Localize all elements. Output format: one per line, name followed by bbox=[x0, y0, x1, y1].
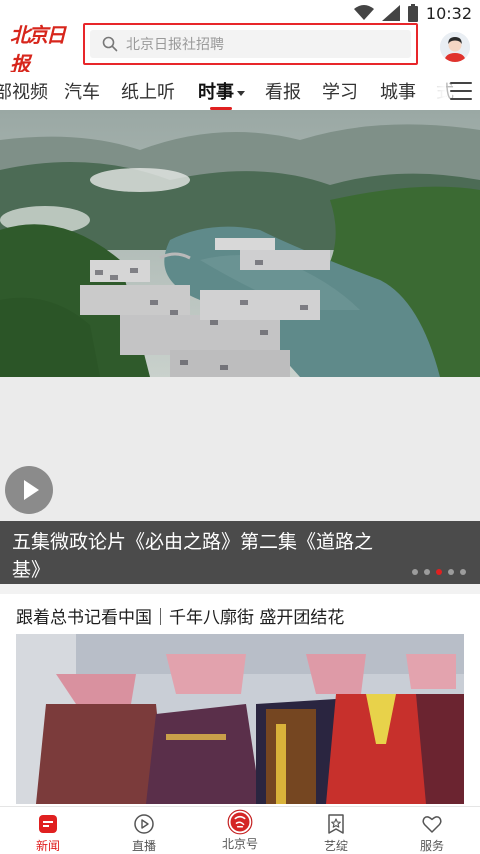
logo-text: 北京日报 bbox=[10, 23, 66, 76]
article-title[interactable]: 跟着总书记看中国｜千年八廓街 盛开团结花 bbox=[16, 603, 344, 628]
slide-dot[interactable] bbox=[460, 569, 466, 575]
nav-live-label: 直播 bbox=[131, 839, 156, 853]
chevron-down-icon bbox=[237, 90, 245, 96]
channel-tabs: 部视频 汽车 纸上听 时事 看报 学习 城事 式 bbox=[0, 72, 480, 110]
tab-city[interactable]: 城事 bbox=[380, 78, 416, 104]
article-image[interactable] bbox=[16, 634, 464, 804]
news-icon bbox=[39, 815, 57, 833]
live-play-icon bbox=[134, 814, 154, 834]
tab-current-affairs[interactable]: 时事 bbox=[198, 78, 245, 104]
tab-video[interactable]: 部视频 bbox=[0, 78, 48, 104]
nav-news[interactable]: 新闻 bbox=[0, 807, 96, 854]
play-button[interactable] bbox=[5, 466, 53, 514]
search-placeholder[interactable]: 北京日报社招聘 bbox=[126, 34, 224, 54]
user-avatar-icon[interactable] bbox=[440, 32, 470, 62]
tab-auto[interactable]: 汽车 bbox=[64, 78, 100, 104]
signal-icon bbox=[381, 5, 400, 21]
nav-beijing-hao[interactable]: 北京号 bbox=[192, 807, 288, 854]
channel-menu-icon[interactable] bbox=[450, 81, 472, 101]
nav-art[interactable]: 艺绽 bbox=[288, 807, 384, 854]
section-divider bbox=[0, 584, 480, 594]
art-star-icon bbox=[328, 814, 344, 834]
tab-current-affairs-label: 时事 bbox=[198, 82, 234, 103]
battery-icon bbox=[407, 4, 418, 22]
app-header: 北京日报 北京日报社招聘 bbox=[0, 22, 480, 76]
search-icon bbox=[102, 36, 118, 52]
tab-paper-listen[interactable]: 纸上听 bbox=[121, 78, 175, 104]
nav-beijing-hao-label: 北京号 bbox=[221, 837, 258, 851]
tab-newspaper[interactable]: 看报 bbox=[265, 78, 301, 104]
tab-fade bbox=[422, 72, 446, 110]
wifi-icon bbox=[353, 5, 374, 20]
nav-news-label: 新闻 bbox=[35, 839, 60, 853]
bottom-nav: 新闻 直播 北京号 艺绽 服务 bbox=[0, 806, 480, 854]
slide-dot[interactable] bbox=[424, 569, 430, 575]
search-bar[interactable]: 北京日报社招聘 bbox=[83, 23, 418, 65]
hero-caption-bar[interactable]: 五集微政论片《必由之路》第二集《道路之基》 bbox=[0, 521, 480, 584]
nav-service[interactable]: 服务 bbox=[384, 807, 480, 854]
hero-photo[interactable] bbox=[0, 110, 480, 377]
slide-dot[interactable] bbox=[412, 569, 418, 575]
app-logo[interactable]: 北京日报 bbox=[10, 23, 76, 76]
heart-service-icon bbox=[422, 816, 442, 833]
tab-study[interactable]: 学习 bbox=[322, 78, 358, 104]
nav-art-label: 艺绽 bbox=[323, 839, 348, 853]
nav-service-label: 服务 bbox=[419, 839, 444, 853]
beijing-hao-icon bbox=[227, 809, 253, 835]
slide-dot-active[interactable] bbox=[436, 569, 442, 575]
slide-dot[interactable] bbox=[448, 569, 454, 575]
slide-indicator bbox=[412, 569, 466, 575]
hero-banner[interactable]: 五集微政论片《必由之路》第二集《道路之基》 bbox=[0, 110, 480, 584]
status-time: 10:32 bbox=[425, 3, 472, 23]
nav-live[interactable]: 直播 bbox=[96, 807, 192, 854]
hero-caption: 五集微政论片《必由之路》第二集《道路之基》 bbox=[12, 531, 374, 581]
